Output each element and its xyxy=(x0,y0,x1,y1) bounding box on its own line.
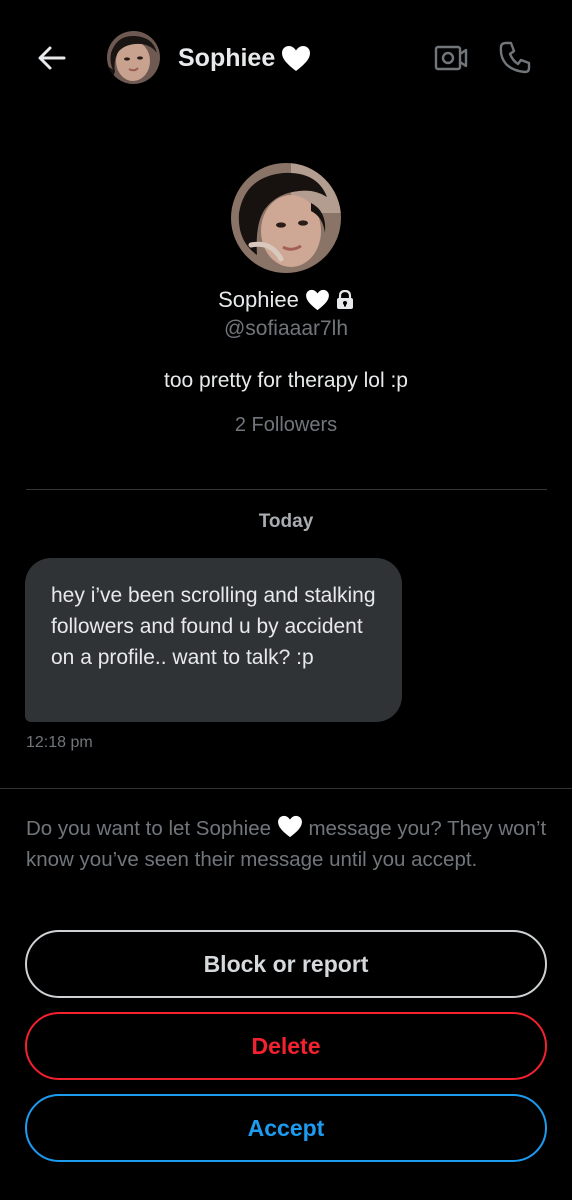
message-bubble[interactable]: hey i’ve been scrolling and stalking fol… xyxy=(25,558,402,722)
block-or-report-button[interactable]: Block or report xyxy=(25,930,547,998)
divider xyxy=(26,489,547,490)
profile-photo xyxy=(231,163,341,273)
message-timestamp: 12:18 pm xyxy=(26,734,93,751)
profile-followers[interactable]: 2 Followers xyxy=(0,410,572,440)
conversation-header: Sophiee xyxy=(0,0,572,116)
request-prompt-start: Do you want to let Sophiee xyxy=(26,817,272,840)
video-call-button[interactable] xyxy=(432,40,470,76)
delete-button[interactable]: Delete xyxy=(25,1012,547,1080)
profile-name: Sophiee xyxy=(0,284,572,316)
back-button[interactable] xyxy=(34,40,70,76)
accept-button[interactable]: Accept xyxy=(25,1094,547,1162)
profile-bio: too pretty for therapy lol :p xyxy=(164,369,408,392)
header-avatar[interactable] xyxy=(107,31,160,84)
date-separator: Today xyxy=(258,511,314,532)
message-request-prompt: Do you want to let Sophiee message you? … xyxy=(26,813,551,875)
header-name-text: Sophiee xyxy=(178,43,276,72)
voice-call-button[interactable] xyxy=(496,38,534,76)
divider xyxy=(0,788,572,789)
white-heart-icon xyxy=(282,45,311,71)
white-heart-icon xyxy=(277,815,302,838)
lock-icon xyxy=(336,290,353,309)
phone-icon xyxy=(499,41,531,74)
white-heart-icon xyxy=(305,289,329,311)
video-camera-icon xyxy=(434,45,468,71)
arrow-left-icon xyxy=(38,46,66,70)
header-contact-name[interactable]: Sophiee xyxy=(178,40,311,76)
avatar-photo xyxy=(107,31,160,84)
profile-handle: @sofiaaar7lh xyxy=(223,317,349,340)
profile-avatar[interactable] xyxy=(231,163,341,273)
profile-name-text: Sophiee xyxy=(218,287,299,312)
